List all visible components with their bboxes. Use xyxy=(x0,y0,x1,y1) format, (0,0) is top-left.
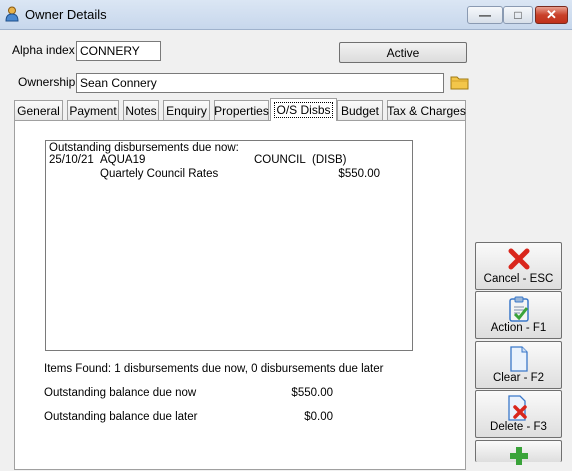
tab-tax-charges[interactable]: Tax & Charges xyxy=(387,100,466,120)
balance-now-label: Outstanding balance due now xyxy=(44,387,197,399)
balance-now-value: $550.00 xyxy=(291,387,333,399)
disbursements-memo[interactable]: Outstanding disbursements due now: 25/10… xyxy=(45,140,413,351)
cancel-label: Cancel - ESC xyxy=(483,273,554,285)
tab-label: Properties xyxy=(214,103,269,118)
tab-label: General xyxy=(17,103,60,118)
blank-page-icon xyxy=(509,346,528,372)
maximize-icon: □ xyxy=(514,8,522,22)
green-plus-icon xyxy=(509,447,528,465)
tab-label: Enquiry xyxy=(166,103,207,118)
tab-label: Budget xyxy=(340,103,380,118)
disb-type: (DISB) xyxy=(312,154,347,166)
close-button[interactable]: ✕ xyxy=(535,6,568,24)
clear-label: Clear - F2 xyxy=(492,372,545,384)
cancel-button[interactable]: Cancel - ESC xyxy=(475,242,562,290)
window-title: Owner Details xyxy=(25,7,107,22)
tab-budget[interactable]: Budget xyxy=(337,100,383,120)
title-bar: Owner Details — □ ✕ xyxy=(0,0,572,30)
disb-payee: COUNCIL xyxy=(254,154,306,166)
minimize-button[interactable]: — xyxy=(467,6,503,24)
minimize-icon: — xyxy=(479,8,491,22)
tab-os-disbs[interactable]: O/S Disbs xyxy=(270,98,337,121)
ownership-field[interactable]: Sean Connery xyxy=(76,73,444,93)
clipboard-check-icon xyxy=(508,296,529,322)
folder-icon[interactable] xyxy=(450,74,469,91)
maximize-button[interactable]: □ xyxy=(503,6,533,24)
red-x-icon xyxy=(508,248,529,270)
owner-person-icon xyxy=(5,6,19,22)
disb-date: 25/10/21 xyxy=(49,154,94,166)
tab-label: O/S Disbs xyxy=(274,102,333,118)
tab-notes[interactable]: Notes xyxy=(123,100,159,120)
delete-button[interactable]: Delete - F3 xyxy=(475,390,562,438)
balance-later-value: $0.00 xyxy=(304,411,333,423)
add-button[interactable] xyxy=(475,440,562,465)
os-disbs-panel: Outstanding disbursements due now: 25/10… xyxy=(14,120,466,470)
items-found-text: Items Found: 1 disbursements due now, 0 … xyxy=(44,363,384,375)
disb-amount: $550.00 xyxy=(338,168,380,180)
action-button[interactable]: Action - F1 xyxy=(475,291,562,339)
delete-label: Delete - F3 xyxy=(490,421,547,433)
balance-later-label: Outstanding balance due later xyxy=(44,411,198,423)
delete-page-icon xyxy=(507,395,527,421)
disb-code: AQUA19 xyxy=(100,154,146,166)
disb-description: Quartely Council Rates xyxy=(100,168,219,180)
tab-general[interactable]: General xyxy=(14,100,63,120)
alpha-index-label: Alpha index xyxy=(12,43,75,57)
ownership-label: Ownership xyxy=(18,75,76,89)
clear-button[interactable]: Clear - F2 xyxy=(475,341,562,389)
tab-label: Payment xyxy=(69,103,117,118)
alpha-index-field[interactable]: CONNERY xyxy=(76,41,161,61)
tab-label: Notes xyxy=(125,103,157,118)
tab-properties[interactable]: Properties xyxy=(214,100,269,120)
tab-label: Tax & Charges xyxy=(387,103,466,118)
tab-payment[interactable]: Payment xyxy=(67,100,119,120)
action-label: Action - F1 xyxy=(490,322,547,334)
disbursements-heading: Outstanding disbursements due now: xyxy=(49,142,239,154)
close-icon: ✕ xyxy=(546,7,557,22)
tab-enquiry[interactable]: Enquiry xyxy=(163,100,210,120)
active-status-button[interactable]: Active xyxy=(339,42,467,63)
